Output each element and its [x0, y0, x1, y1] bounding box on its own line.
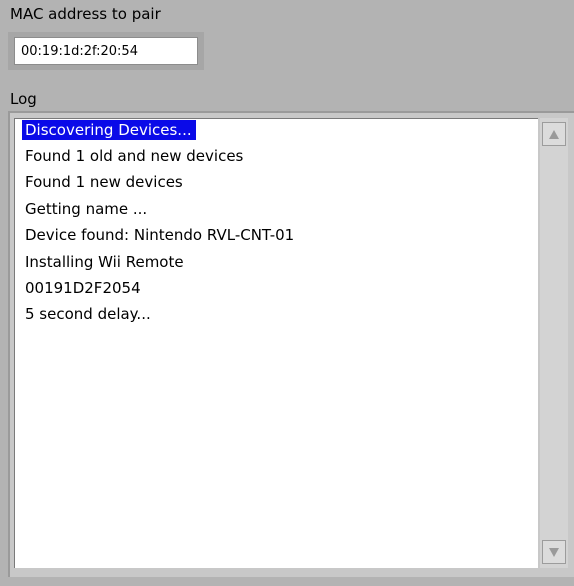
- mac-address-label: MAC address to pair: [10, 5, 161, 23]
- scroll-down-arrow-icon: [549, 547, 559, 557]
- scroll-up-arrow-icon: [549, 129, 559, 139]
- log-line[interactable]: 00191D2F2054: [22, 278, 145, 298]
- mac-address-frame: [8, 32, 204, 70]
- log-line[interactable]: Getting name ...: [22, 199, 151, 219]
- log-line[interactable]: Discovering Devices...: [22, 120, 196, 140]
- log-listbox[interactable]: Discovering Devices... Found 1 old and n…: [14, 118, 538, 568]
- scroll-down-button[interactable]: [542, 540, 566, 564]
- log-line[interactable]: Found 1 new devices: [22, 172, 187, 192]
- log-label: Log: [10, 90, 37, 108]
- log-line[interactable]: 5 second delay...: [22, 304, 155, 324]
- log-line[interactable]: Installing Wii Remote: [22, 252, 188, 272]
- log-line[interactable]: Device found: Nintendo RVL-CNT-01: [22, 225, 298, 245]
- log-line[interactable]: Found 1 old and new devices: [22, 146, 247, 166]
- mac-address-input[interactable]: [14, 37, 198, 65]
- scroll-up-button[interactable]: [542, 122, 566, 146]
- log-frame: Discovering Devices... Found 1 old and n…: [8, 111, 574, 577]
- log-scrollbar[interactable]: [540, 118, 568, 568]
